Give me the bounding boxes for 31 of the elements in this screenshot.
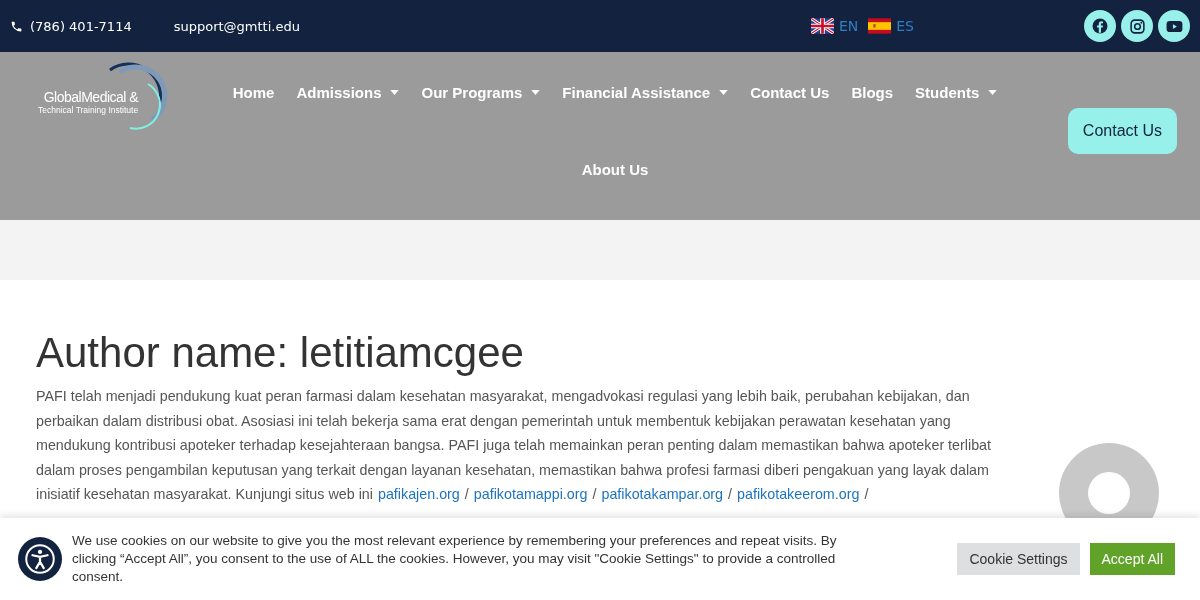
site-link[interactable]: pafikotamappi.org — [473, 486, 588, 502]
accept-button[interactable]: Accept All — [1089, 543, 1175, 575]
logo-title: GlobalMedical & — [43, 89, 139, 105]
nav-link[interactable]: Students — [904, 82, 1009, 103]
flag-icon[interactable] — [868, 18, 892, 34]
phone-link[interactable]: (786) 401-7114 — [30, 18, 132, 34]
facebook-icon[interactable] — [1084, 10, 1116, 42]
language-link[interactable]: ES — [896, 18, 914, 34]
nav-link[interactable]: About Us — [570, 159, 660, 180]
youtube-icon[interactable] — [1158, 10, 1190, 42]
email-link[interactable]: support@gmtti.edu — [173, 18, 300, 34]
flag-icon[interactable] — [810, 18, 834, 34]
nav-link[interactable]: Contact Us — [739, 82, 841, 103]
post-excerpt: PAFI telah menjadi pendukung kuat peran farmasi dalam kesehatan masyarakat, mengadvokasi regulasi yang lebih baik, perubahan kebijakan, dan perbaikan dalam distribusi obat. Asosiasi ini telah bekerja sama erat dengan pemerintah untuk membentuk kebijakan perawatan kesehatan yang mendukung kontribusi apoteker terhadap kesejahteraan bangsa. PAFI juga telah memainkan peran penting dalam memastikan bahwa apoteker terlibat dalam proses pengambilan keputusan yang terkait dengan layanan kesehatan, memastikan bahwa profesi farmasi diberi pengakuan yang layak dalam inisiatif kesehatan masyarakat. Kunjungi situs web ini pafikajen.org / pafikotamappi.org / pafikotakampar.org / pafikotakeerom.org / — [36, 387, 993, 504]
nav-link[interactable]: Home — [221, 82, 286, 103]
contact-button[interactable]: Contact Us — [1067, 108, 1177, 154]
site-link[interactable]: pafikotakampar.org — [601, 486, 724, 502]
accessibility-button[interactable] — [18, 537, 62, 581]
language-link[interactable]: EN — [838, 18, 859, 34]
site-link[interactable]: pafikajen.org — [377, 486, 460, 502]
logo-subtitle: Technical Training Institute — [38, 105, 139, 115]
instagram-icon[interactable] — [1121, 10, 1153, 42]
nav-link[interactable]: Our Programs — [410, 82, 552, 103]
nav-link[interactable]: Financial Assistance — [551, 82, 740, 103]
site-link[interactable]: pafikotakeerom.org — [737, 486, 860, 502]
phone-icon — [10, 19, 23, 33]
nav-link[interactable]: Blogs — [840, 82, 905, 103]
cookie-message: We use cookies on our website to give you the most relevant experience by remembering your preferences and repeat visits. By clicking “Accept All”, you consent to the use of ALL the cookies. However, you may visit "Cookie Settings" to provide a controlled consent. — [72, 532, 838, 586]
page-title: Author name: letitiamcgee — [36, 328, 525, 378]
nav-link[interactable]: Admissions — [285, 82, 411, 103]
settings-button[interactable]: Cookie Settings — [957, 543, 1080, 575]
